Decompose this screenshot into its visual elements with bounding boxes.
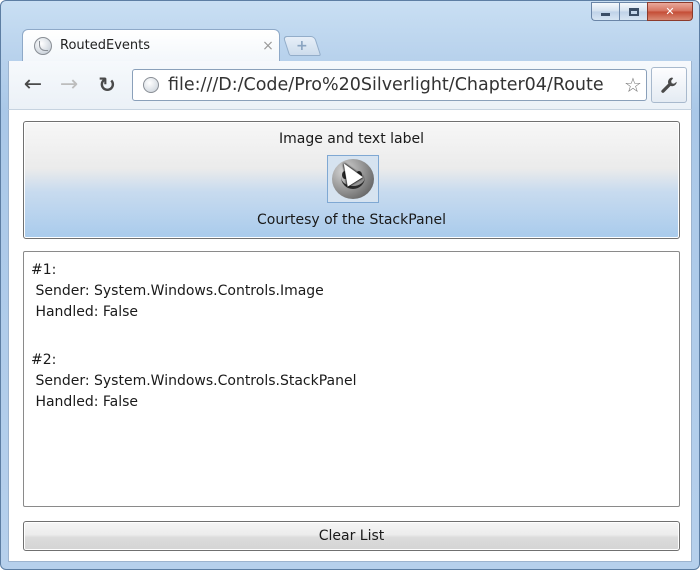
- event-list[interactable]: #1: Sender: System.Windows.Controls.Imag…: [23, 251, 680, 507]
- tab-title: RoutedEvents: [60, 38, 151, 53]
- clear-list-button[interactable]: Clear List: [23, 521, 680, 551]
- settings-wrench-button[interactable]: [651, 67, 687, 103]
- maximize-button[interactable]: [619, 2, 647, 21]
- close-icon: ✕: [665, 5, 675, 18]
- minimize-icon: [601, 13, 610, 16]
- tab-close-icon[interactable]: ×: [257, 38, 279, 54]
- window-controls: ✕: [591, 2, 693, 21]
- minimize-button[interactable]: [591, 2, 619, 21]
- reload-icon: ↻: [98, 72, 116, 97]
- back-button[interactable]: ←: [19, 71, 47, 99]
- event-handled: Handled: False: [31, 304, 139, 320]
- event-handled: Handled: False: [31, 394, 139, 410]
- plus-icon: +: [296, 38, 308, 54]
- new-tab-button[interactable]: +: [282, 36, 322, 56]
- page-globe-icon: [143, 77, 159, 93]
- browser-tab[interactable]: RoutedEvents ×: [22, 29, 280, 61]
- browser-window: ✕ RoutedEvents × + ← → ↻ file:///D:/Code…: [0, 0, 700, 570]
- address-bar[interactable]: file:///D:/Code/Pro%20Silverlight/Chapte…: [132, 69, 647, 101]
- page-globe-icon: [34, 36, 52, 55]
- button-top-label: Image and text label: [278, 131, 425, 147]
- forward-arrow-icon: →: [59, 72, 79, 97]
- event-sender: Sender: System.Windows.Controls.Image: [31, 283, 324, 299]
- maximize-icon: [628, 7, 639, 16]
- back-arrow-icon: ←: [23, 72, 43, 97]
- list-item[interactable]: #2: Sender: System.Windows.Controls.Stac…: [31, 350, 679, 413]
- forward-button[interactable]: →: [55, 71, 83, 99]
- reload-button[interactable]: ↻: [93, 71, 121, 99]
- bookmark-star-icon[interactable]: ☆: [620, 75, 646, 95]
- browser-toolbar: ← → ↻ file:///D:/Code/Pro%20Silverlight/…: [8, 61, 692, 109]
- event-header: #1:: [31, 262, 57, 278]
- wrench-icon: [661, 77, 677, 93]
- event-sender: Sender: System.Windows.Controls.StackPan…: [31, 373, 357, 389]
- event-header: #2:: [31, 352, 57, 368]
- button-bottom-label: Courtesy of the StackPanel: [257, 212, 446, 228]
- page-content: Image and text label Courtesy of the Sta…: [8, 109, 692, 562]
- list-item[interactable]: #1: Sender: System.Windows.Controls.Imag…: [31, 260, 679, 323]
- address-bar-url[interactable]: file:///D:/Code/Pro%20Silverlight/Chapte…: [168, 75, 620, 95]
- close-window-button[interactable]: ✕: [647, 2, 693, 21]
